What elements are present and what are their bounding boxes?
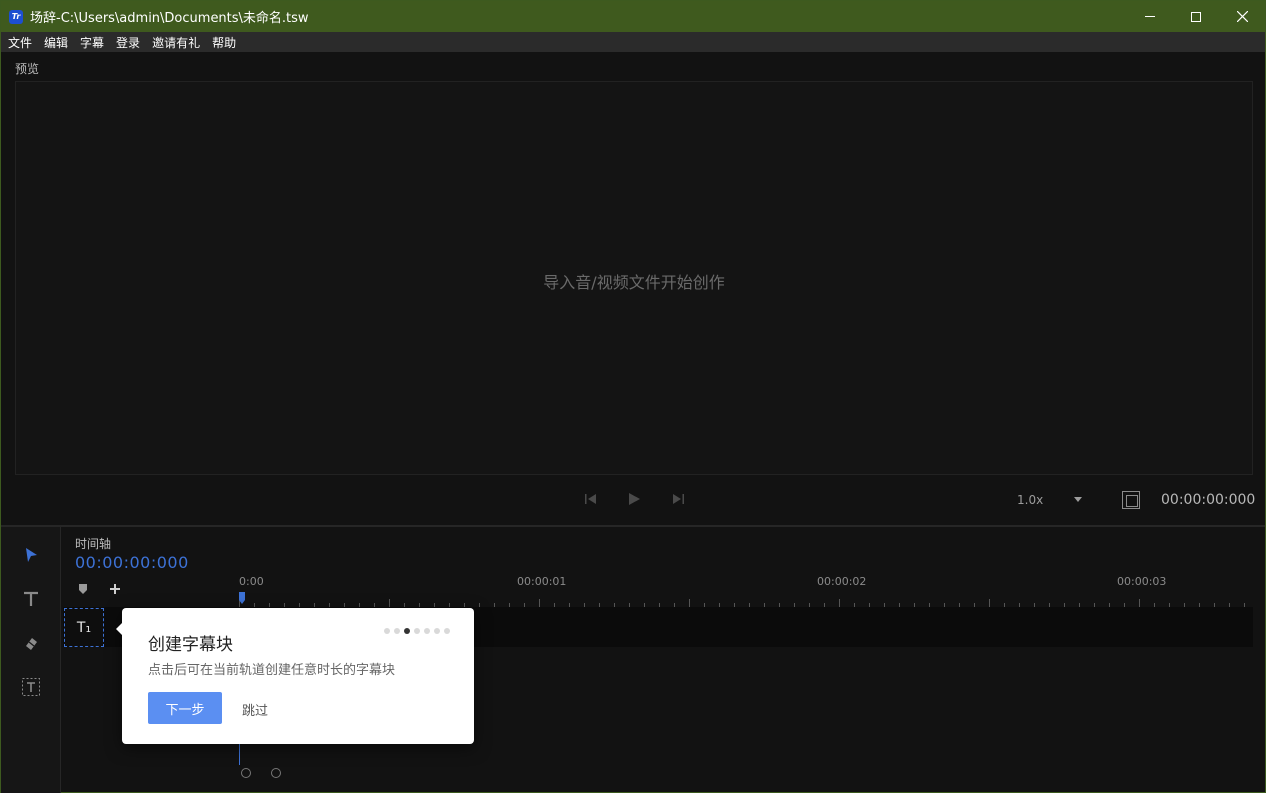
menu-invite[interactable]: 邀请有礼 [152, 34, 200, 51]
guide-popover: 创建字幕块 点击后可在当前轨道创建任意时长的字幕块 下一步 跳过 [116, 608, 474, 744]
guide-title: 创建字幕块 [148, 635, 233, 655]
preview-timecode: 00:00:00:000 [1161, 492, 1256, 508]
timeline-ruler[interactable]: 0:00 00:00:01 00:00:02 00:00:03 [239, 575, 1253, 607]
maximize-icon [1191, 11, 1201, 22]
timeline-toolstrip [1, 527, 61, 793]
guide-next-button[interactable]: 下一步 [148, 692, 222, 724]
window-title: 场辞-C:\Users\admin\Documents\未命名.tsw [30, 11, 309, 26]
step-dot [444, 628, 450, 634]
cursor-icon [26, 548, 37, 562]
minimize-button[interactable] [1127, 1, 1173, 32]
menu-edit[interactable]: 编辑 [44, 34, 68, 51]
panel-divider[interactable] [1, 525, 1265, 527]
preview-hint: 导入音/视频文件开始创作 [543, 273, 725, 292]
step-dot [414, 628, 420, 634]
play-button[interactable] [626, 491, 642, 507]
app-logo-icon: Tr [9, 9, 23, 24]
step-dot [434, 628, 440, 634]
app-window: Tr 场辞-C:\Users\admin\Documents\未命名.tsw 文… [0, 0, 1266, 793]
menu-help[interactable]: 帮助 [212, 34, 236, 51]
play-icon [629, 493, 640, 505]
timeline-timecode: 00:00:00:000 [75, 553, 189, 572]
text-tool-button[interactable] [19, 587, 43, 611]
menu-login[interactable]: 登录 [116, 34, 140, 51]
close-button[interactable] [1219, 1, 1265, 32]
minimize-icon [1145, 16, 1155, 17]
playhead-handle-icon[interactable] [239, 592, 245, 604]
ruler-ticks [239, 599, 1245, 607]
speed-select[interactable]: 1.0x [1017, 493, 1043, 507]
step-dot [404, 628, 410, 634]
preview-label: 预览 [15, 62, 40, 76]
ruler-label: 00:00:02 [817, 575, 867, 588]
close-icon [1236, 11, 1248, 22]
guide-step-dots [384, 628, 450, 634]
prev-frame-button[interactable] [583, 491, 599, 507]
menu-file[interactable]: 文件 [8, 34, 32, 51]
razor-icon [26, 638, 37, 650]
guide-description: 点击后可在当前轨道创建任意时长的字幕块 [148, 663, 396, 678]
select-tool-button[interactable] [19, 543, 43, 567]
ruler-label: 00:00:03 [1117, 575, 1167, 588]
zoom-in-button[interactable] [271, 768, 281, 778]
split-tool-button[interactable] [19, 631, 43, 655]
preview-area[interactable]: 导入音/视频文件开始创作 [15, 81, 1253, 475]
timeline-label: 时间轴 [75, 537, 112, 551]
add-track-button[interactable] [107, 581, 123, 597]
plus-icon [110, 584, 120, 594]
add-marker-button[interactable] [75, 581, 91, 597]
ruler-label: 0:00 [239, 575, 264, 588]
prev-frame-icon [585, 494, 596, 504]
track-header-icon[interactable]: T₁ [64, 608, 104, 647]
next-frame-icon [673, 494, 684, 504]
title-bar: Tr 场辞-C:\Users\admin\Documents\未命名.tsw [1, 1, 1265, 32]
text-box-tool-button[interactable] [19, 675, 43, 699]
step-dot [384, 628, 390, 634]
marker-icon [79, 584, 87, 594]
step-dot [394, 628, 400, 634]
playback-bar: 1.0x 00:00:00:000 [1, 485, 1265, 515]
guide-skip-button[interactable]: 跳过 [242, 700, 268, 719]
menu-bar: 文件 编辑 字幕 登录 邀请有礼 帮助 [1, 32, 1265, 52]
fullscreen-button[interactable] [1122, 491, 1140, 509]
ruler-label: 00:00:01 [517, 575, 567, 588]
text-box-icon [22, 678, 40, 696]
maximize-button[interactable] [1173, 1, 1219, 32]
text-icon [24, 591, 38, 606]
menu-subtitle[interactable]: 字幕 [80, 34, 104, 51]
step-dot [424, 628, 430, 634]
next-frame-button[interactable] [670, 491, 686, 507]
speed-dropdown-icon[interactable] [1074, 497, 1082, 502]
zoom-out-button[interactable] [241, 768, 251, 778]
